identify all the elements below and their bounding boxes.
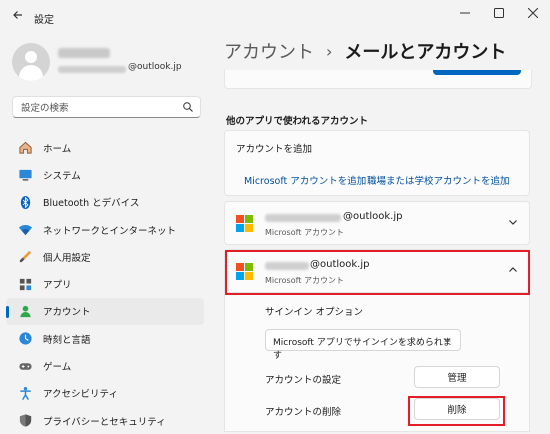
account-row-expanded[interactable]: @outlook.jp Microsoft アカウント xyxy=(224,249,530,293)
user-email-redacted xyxy=(58,66,126,73)
user-profile: @outlook.jp xyxy=(12,40,202,88)
remove-account-row: アカウントの削除 削除 xyxy=(224,393,530,432)
sidebar-item-home[interactable]: ホーム xyxy=(6,134,204,161)
search-box[interactable] xyxy=(12,96,201,118)
account-email-redacted xyxy=(265,262,309,270)
remove-button[interactable]: 削除 xyxy=(414,398,500,420)
accounts-icon xyxy=(17,303,33,319)
account-type: Microsoft アカウント xyxy=(265,276,344,285)
sidebar-item-personalization[interactable]: 個人用設定 xyxy=(6,243,204,270)
apps-icon xyxy=(17,276,33,292)
chevron-down-icon xyxy=(442,335,452,345)
system-icon xyxy=(17,167,33,183)
breadcrumb: アカウント › メールとアカウント xyxy=(224,38,506,64)
bluetooth-icon xyxy=(17,194,33,210)
signin-options-label: サインイン オプション xyxy=(265,307,364,318)
add-microsoft-account-link[interactable]: Microsoft アカウントを追加 xyxy=(244,173,366,187)
account-settings-label: アカウントの設定 xyxy=(265,375,342,386)
chevron-down-icon[interactable] xyxy=(507,216,519,228)
scrolled-card xyxy=(224,70,532,89)
signin-options-dropdown[interactable]: Microsoft アプリでサインインを求められます xyxy=(265,329,461,361)
accessibility-icon xyxy=(17,385,33,401)
add-account-card: アカウントを追加 Microsoft アカウントを追加 職場または学校アカウント… xyxy=(224,130,530,196)
signin-options-panel: サインイン オプション Microsoft アプリでサインインを求められます xyxy=(224,293,530,365)
breadcrumb-separator: › xyxy=(326,41,333,61)
account-email-suffix: @outlook.jp xyxy=(310,259,370,270)
chevron-up-icon[interactable] xyxy=(507,264,519,276)
account-type: Microsoft アカウント xyxy=(265,228,344,237)
add-work-school-account-link[interactable]: 職場または学校アカウントを追加 xyxy=(367,173,510,187)
search-icon[interactable] xyxy=(182,101,194,113)
sidebar-item-accounts[interactable]: アカウント xyxy=(6,297,204,326)
manage-button[interactable]: 管理 xyxy=(414,366,500,388)
user-email-suffix: @outlook.jp xyxy=(128,62,182,72)
section-title: 他のアプリで使われるアカウント xyxy=(226,116,369,127)
personalization-icon xyxy=(17,249,33,265)
sidebar-item-time-language[interactable]: 時刻と言語 xyxy=(6,325,204,352)
minimize-icon[interactable] xyxy=(448,0,482,26)
account-settings-row: アカウントの設定 管理 xyxy=(224,364,530,394)
add-account-header: アカウントを追加 xyxy=(236,144,313,155)
partial-button[interactable] xyxy=(433,70,521,75)
microsoft-logo-icon xyxy=(236,263,253,280)
title-bar: 設定 xyxy=(0,0,550,34)
sidebar-item-network[interactable]: ネットワークとインターネット xyxy=(6,216,204,243)
remove-account-label: アカウントの削除 xyxy=(265,407,342,418)
sidebar-item-apps[interactable]: アプリ xyxy=(6,270,204,297)
microsoft-logo-icon xyxy=(236,215,253,232)
sidebar-item-privacy[interactable]: プライバシーとセキュリティ xyxy=(6,407,204,434)
network-icon xyxy=(17,222,33,238)
maximize-icon[interactable] xyxy=(482,0,516,26)
home-icon xyxy=(17,140,33,156)
close-icon[interactable] xyxy=(516,0,550,26)
account-email-suffix: @outlook.jp xyxy=(343,211,403,222)
sidebar-item-gaming[interactable]: ゲーム xyxy=(6,352,204,379)
account-row[interactable]: @outlook.jp Microsoft アカウント xyxy=(224,201,530,245)
account-email-redacted xyxy=(265,214,341,222)
back-arrow-icon[interactable] xyxy=(10,9,26,25)
sidebar-item-bluetooth[interactable]: Bluetooth とデバイス xyxy=(6,189,204,216)
user-name-redacted xyxy=(58,48,110,58)
window-title: 設定 xyxy=(34,15,54,26)
breadcrumb-parent[interactable]: アカウント xyxy=(224,38,314,64)
page-title: メールとアカウント xyxy=(344,42,507,63)
sidebar-nav: ホーム システム Bluetooth とデバイス ネットワークとインターネット … xyxy=(6,134,204,434)
avatar xyxy=(12,43,50,81)
privacy-icon xyxy=(17,413,33,429)
signin-options-value: Microsoft アプリでサインインを求められます xyxy=(273,338,452,361)
sidebar-item-system[interactable]: システム xyxy=(6,161,204,188)
search-input[interactable] xyxy=(19,100,183,116)
gaming-icon xyxy=(17,358,33,374)
sidebar-item-accessibility[interactable]: アクセシビリティ xyxy=(6,380,204,407)
time-language-icon xyxy=(17,331,33,347)
